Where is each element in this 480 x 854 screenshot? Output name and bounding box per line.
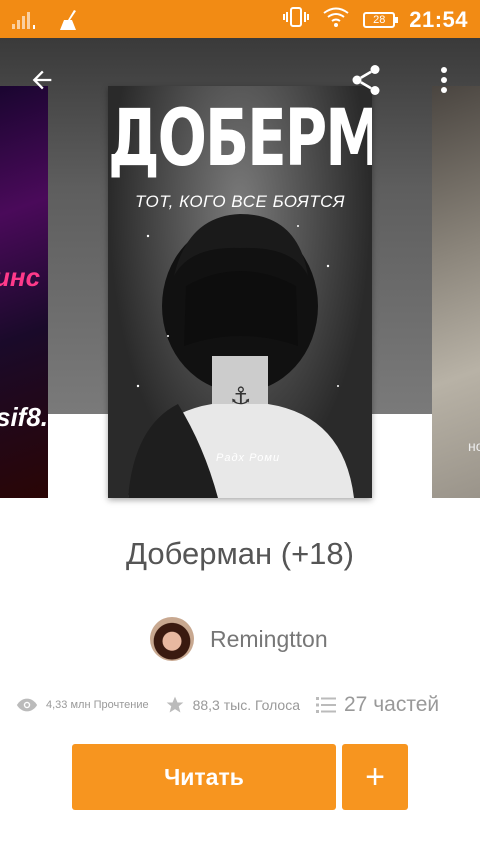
read-button[interactable]: Читать	[72, 744, 336, 810]
cover-text: инс	[0, 262, 41, 292]
arrow-left-icon	[32, 70, 52, 90]
anchor-icon: ⚓	[230, 383, 252, 410]
status-clock: 21:54	[409, 6, 468, 32]
cleaner-icon	[56, 8, 80, 37]
add-to-library-button[interactable]: +	[342, 744, 408, 810]
parts-stat: 27 частей	[316, 693, 439, 717]
battery-icon: 28	[363, 11, 399, 28]
eye-icon	[16, 698, 38, 712]
share-button[interactable]	[348, 62, 384, 98]
author-row[interactable]: Remingtton	[150, 617, 328, 661]
previous-book-cover[interactable]: инс sif8.	[0, 86, 48, 498]
cover-text: но	[468, 438, 480, 454]
wifi-icon	[323, 7, 349, 32]
avatar[interactable]	[150, 617, 194, 661]
next-book-cover[interactable]: но	[432, 86, 480, 498]
more-vert-icon	[441, 67, 447, 93]
vibrate-icon	[283, 6, 310, 33]
parts-count: 27 частей	[344, 693, 440, 716]
cover-title: ДОБЕРМАН	[108, 92, 372, 184]
votes-stat: 88,3 тыс. Голоса	[165, 695, 300, 715]
book-title: Доберман (+18)	[126, 536, 354, 571]
share-icon	[352, 65, 380, 95]
status-bar: 28 21:54	[0, 0, 480, 38]
reads-stat: 4,33 млн Прочтение	[16, 697, 149, 713]
votes-count: 88,3 тыс. Голоса	[192, 697, 300, 713]
book-stats: 4,33 млн Прочтение 88,3 тыс. Голоса 27 ч…	[16, 688, 468, 722]
back-button[interactable]	[24, 62, 60, 98]
more-options-button[interactable]	[426, 62, 462, 98]
author-name[interactable]: Remingtton	[210, 626, 328, 653]
reads-count: 4,33 млн Прочтение	[46, 699, 149, 711]
cover-text: sif8.	[0, 402, 48, 432]
list-icon	[316, 697, 336, 713]
star-icon	[166, 696, 183, 713]
cover-signature: Радх Роми	[216, 452, 281, 464]
book-cover[interactable]: ДОБЕРМАН ТОТ, КОГО ВСЕ БОЯТСЯ ⚓ Радх Ром…	[108, 86, 372, 498]
cover-subtitle: ТОТ, КОГО ВСЕ БОЯТСЯ	[135, 192, 345, 211]
signal-icon	[12, 10, 38, 35]
